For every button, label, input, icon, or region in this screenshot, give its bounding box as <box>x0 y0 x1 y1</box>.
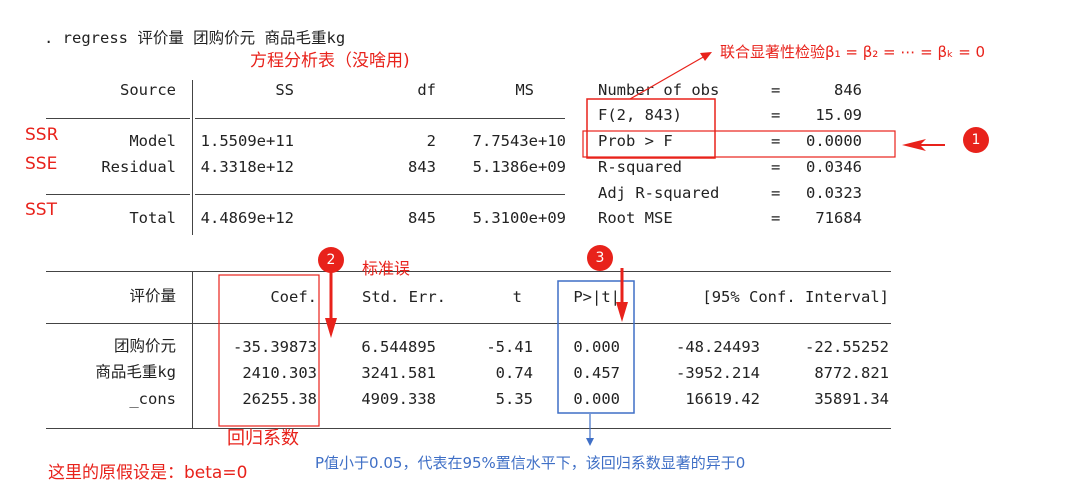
sst-label: SST <box>25 200 57 220</box>
ftest-pointer-arrowhead <box>700 52 712 61</box>
pvalue-note: P值小于0.05，代表在95%置信水平下，该回归系数显著的异于0 <box>315 454 746 472</box>
badge-2: 2 <box>318 247 344 273</box>
anova-note: 方程分析表（没啥用) <box>250 51 410 71</box>
badge2-arrowhead <box>325 318 337 338</box>
sse-label: SSE <box>25 154 58 174</box>
ftest-highlight-box <box>586 98 716 159</box>
badge-3: 3 <box>587 245 613 271</box>
badge-1: 1 <box>963 127 989 153</box>
probf-highlight-box <box>582 130 896 158</box>
coef-highlight-box <box>218 274 320 427</box>
null-hypothesis-note: 这里的原假设是：beta=0 <box>48 463 248 483</box>
pvalue-down-arrowhead <box>586 438 594 446</box>
ftest-pointer-arrow <box>629 55 706 100</box>
ftest-note: 联合显著性检验β₁ = β₂ = ⋯ = βₖ = 0 <box>720 43 986 61</box>
coef-note: 回归系数 <box>227 428 299 449</box>
badge3-arrowhead <box>616 302 628 322</box>
stderr-note: 标准误 <box>362 259 411 278</box>
ssr-label: SSR <box>25 125 59 145</box>
annotation-overlay <box>218 52 945 446</box>
